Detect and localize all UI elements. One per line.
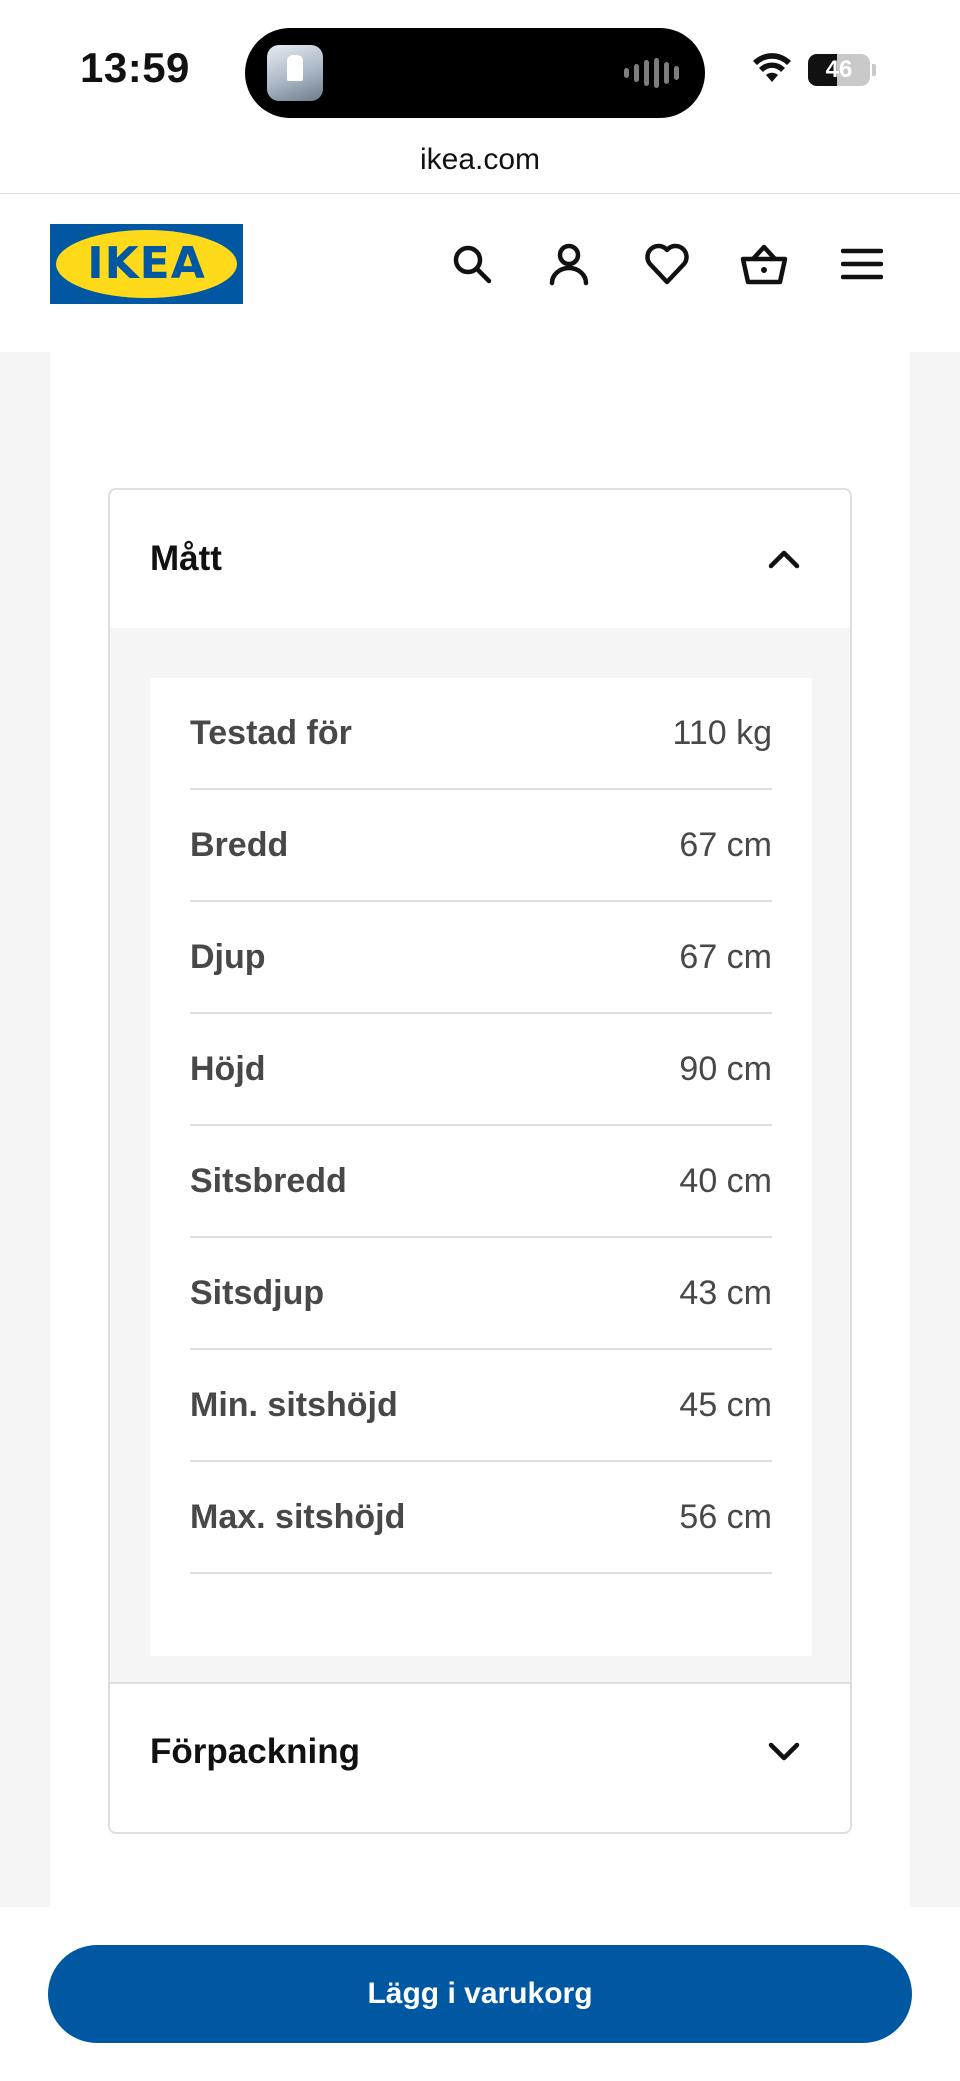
logo-text: IKEA [87, 238, 206, 289]
search-icon[interactable] [445, 237, 499, 291]
dimension-row: Höjd 90 cm [190, 1014, 772, 1126]
status-bar: 13:59 46 [0, 0, 960, 140]
audio-waveform-icon [624, 58, 679, 88]
dimension-value: 90 cm [679, 1049, 772, 1088]
menu-icon[interactable] [835, 237, 889, 291]
dimension-row: Djup 67 cm [190, 902, 772, 1014]
site-header: IKEA [0, 194, 960, 352]
dimensions-panel: Testad för 110 kg Bredd 67 cm Djup 67 cm… [110, 628, 850, 1682]
product-details-accordion: Mått Testad för 110 kg Bredd 67 cm Djup … [108, 488, 852, 1834]
url-bar[interactable]: ikea.com [0, 138, 960, 194]
battery-nub [872, 64, 876, 76]
dimension-label: Min. sitshöjd [190, 1385, 398, 1424]
basket-icon[interactable] [737, 237, 791, 291]
wifi-icon [753, 53, 791, 82]
dimension-label: Djup [190, 937, 266, 976]
ikea-logo[interactable]: IKEA [50, 224, 243, 304]
add-to-cart-button[interactable]: Lägg i varukorg [48, 1945, 912, 2043]
dimensions-accordion-header[interactable]: Mått [110, 490, 850, 628]
dimension-value: 56 cm [679, 1497, 772, 1536]
dimension-value: 45 cm [679, 1385, 772, 1424]
sticky-bottom-bar: Lägg i varukorg [0, 1907, 960, 2081]
dimension-value: 43 cm [679, 1273, 772, 1312]
dimension-label: Bredd [190, 825, 289, 864]
dimension-value: 110 kg [672, 713, 772, 752]
now-playing-thumbnail [267, 45, 323, 101]
dimensions-title: Mått [150, 539, 222, 578]
dimension-label: Höjd [190, 1049, 266, 1088]
dimension-label: Max. sitshöjd [190, 1497, 406, 1536]
dimension-label: Sitsdjup [190, 1273, 325, 1312]
dimension-label: Testad för [190, 713, 352, 752]
url-text: ikea.com [419, 143, 541, 176]
dimension-value: 67 cm [679, 937, 772, 976]
dimension-row: Max. sitshöjd 56 cm [190, 1462, 772, 1574]
packaging-accordion-header[interactable]: Förpackning [110, 1682, 850, 1820]
battery-icon: 46 [808, 54, 870, 86]
dimension-row: Sitsdjup 43 cm [190, 1238, 772, 1350]
dimension-row: Bredd 67 cm [190, 790, 772, 902]
dimension-row: Min. sitshöjd 45 cm [190, 1350, 772, 1462]
dimension-value: 40 cm [679, 1161, 772, 1200]
dimension-value: 67 cm [679, 825, 772, 864]
dimension-row: Sitsbredd 40 cm [190, 1126, 772, 1238]
status-time: 13:59 [80, 44, 190, 91]
battery-level: 46 [825, 56, 853, 83]
heart-icon[interactable] [640, 237, 694, 291]
dimension-label: Sitsbredd [190, 1161, 347, 1200]
dynamic-island[interactable] [245, 28, 705, 118]
chevron-down-icon [768, 1742, 800, 1761]
dimension-row: Testad för 110 kg [190, 678, 772, 790]
chevron-up-icon [768, 550, 800, 569]
account-icon[interactable] [542, 237, 596, 291]
packaging-title: Förpackning [150, 1732, 361, 1771]
dimensions-table: Testad för 110 kg Bredd 67 cm Djup 67 cm… [150, 678, 812, 1656]
